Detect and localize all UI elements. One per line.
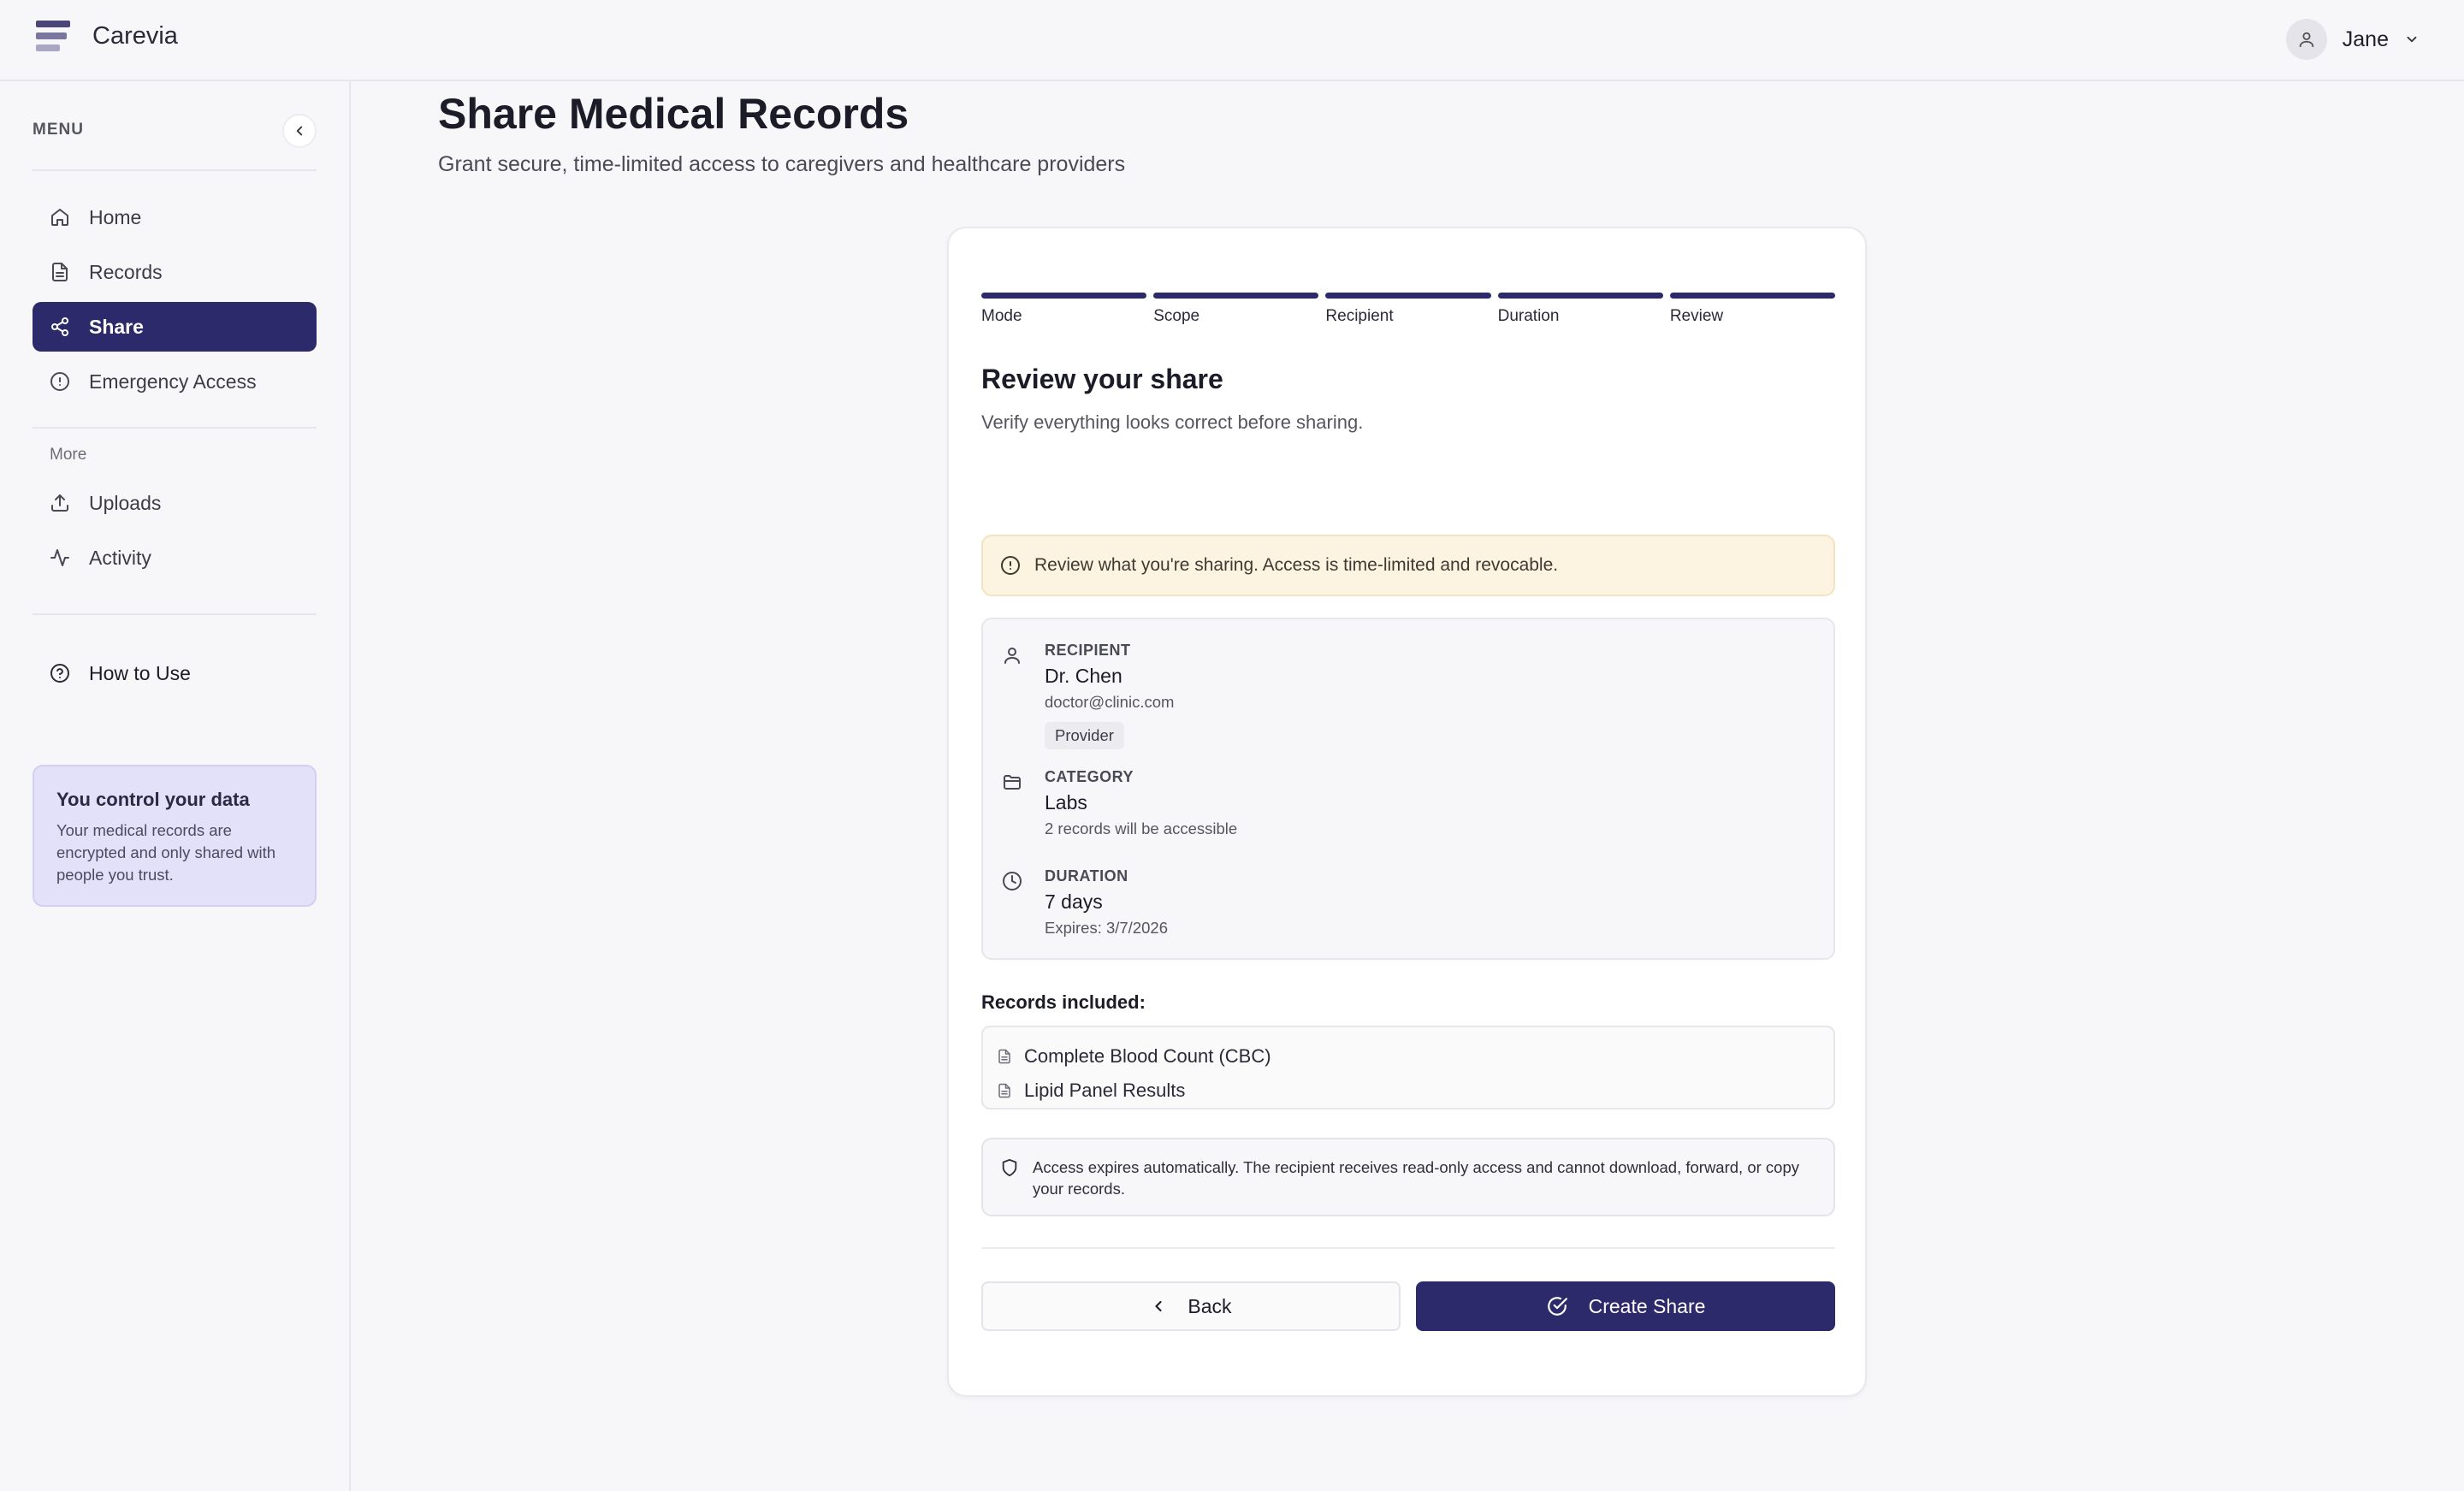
share-summary: RECIPIENT Dr. Chen doctor@clinic.com Pro… [981,618,1835,960]
top-bar: Carevia Jane [0,0,2464,81]
category-detail: 2 records will be accessible [1045,819,1238,837]
chevron-left-icon [296,126,303,136]
card-divider [981,1247,1835,1249]
sidebar-item-activity[interactable]: Activity [33,533,317,583]
recipient-role-badge: Provider [1045,722,1124,749]
share-icon [51,317,68,336]
activity-icon [50,549,69,566]
sidebar-item-label: Uploads [89,491,162,514]
records-list: Complete Blood Count (CBC) Lipid Panel R… [981,1026,1835,1109]
step-progress-bar [1325,293,1491,299]
user-icon [2299,32,2314,48]
more-section-label: More [50,446,87,464]
recipient-email: doctor@clinic.com [1045,693,1175,711]
chevron-left-icon [1155,1300,1162,1312]
user-menu[interactable]: Jane [2285,19,2420,60]
menu-label: MENU [33,121,84,139]
sidebar-item-how-to-use[interactable]: How to Use [33,648,317,698]
recipient-label: RECIPIENT [1045,642,1131,659]
user-name: Jane [2342,27,2389,51]
back-button[interactable]: Back [981,1281,1401,1331]
info-card-title: You control your data [56,789,250,810]
list-item: Lipid Panel Results [983,1074,1833,1108]
privacy-info-card: You control your data Your medical recor… [33,765,317,907]
folder-icon [1004,775,1021,790]
chevron-down-icon [2407,36,2417,43]
share-wizard-card: Mode Scope Recipient Duration Review Rev… [947,227,1867,1397]
sidebar-item-label: Share [89,315,144,338]
notice-text: Access expires automatically. The recipi… [1033,1158,1799,1198]
sidebar-divider [33,427,317,429]
records-heading: Records included: [981,991,1146,1013]
check-circle-icon [1547,1297,1567,1316]
document-icon [52,263,68,281]
list-item: Complete Blood Count (CBC) [983,1039,1833,1074]
step-progress-bar [1153,293,1319,299]
logo-icon[interactable] [36,21,70,53]
warning-text: Review what you're sharing. Access is ti… [1034,555,1559,575]
duration-label: DURATION [1045,867,1128,885]
collapse-sidebar-button[interactable] [282,114,317,148]
home-icon [51,209,68,226]
step-label: Review [1669,307,1724,325]
access-notice: Access expires automatically. The recipi… [981,1138,1835,1216]
sidebar: MENU Home Records Share Emergency Access… [0,81,351,1491]
create-share-button[interactable]: Create Share [1416,1281,1835,1331]
record-name: Complete Blood Count (CBC) [1024,1045,1271,1067]
back-button-label: Back [1188,1294,1232,1317]
recipient-name: Dr. Chen [1045,665,1122,687]
document-icon [998,1083,1010,1098]
avatar [2285,19,2327,60]
sidebar-item-share[interactable]: Share [33,302,317,352]
step-progress-bar [1669,293,1836,299]
info-card-text: Your medical records are encrypted and o… [56,821,276,884]
step-progress-bar [981,293,1147,299]
step-label: Mode [981,307,1022,325]
alert-circle-icon [1001,556,1020,575]
sidebar-item-label: Activity [89,546,151,569]
review-subtitle: Verify everything looks correct before s… [981,411,1364,433]
app-brand[interactable]: Carevia [92,22,178,50]
sidebar-item-records[interactable]: Records [33,247,317,297]
sidebar-item-label: Home [89,205,142,228]
wizard-stepper: Mode Scope Recipient Duration Review [981,293,1836,326]
record-name: Lipid Panel Results [1024,1080,1186,1101]
category-value: Labs [1045,791,1087,814]
upload-icon [51,494,68,512]
user-icon [1004,648,1020,664]
shield-icon [1002,1158,1017,1177]
page-title: Share Medical Records [438,90,909,138]
document-icon [998,1049,1010,1064]
duration-expires: Expires: 3/7/2026 [1045,919,1168,937]
sidebar-divider [33,613,317,615]
sidebar-divider [33,169,317,171]
help-circle-icon [50,664,69,683]
step-label: Scope [1153,307,1200,325]
review-title: Review your share [981,364,1223,394]
clock-icon [1003,872,1022,890]
sidebar-item-home[interactable]: Home [33,192,317,242]
step-label: Recipient [1325,307,1394,325]
step-label: Duration [1497,307,1560,325]
step-mode: Mode [981,293,1147,326]
create-share-button-label: Create Share [1588,1294,1706,1317]
sidebar-item-emergency-access[interactable]: Emergency Access [33,357,317,406]
category-label: CATEGORY [1045,768,1134,785]
step-review: Review [1669,293,1836,326]
duration-value: 7 days [1045,890,1103,913]
sidebar-item-label: Records [89,260,163,283]
sidebar-item-uploads[interactable]: Uploads [33,478,317,528]
step-recipient: Recipient [1325,293,1491,326]
step-scope: Scope [1153,293,1319,326]
sidebar-item-label: How to Use [89,661,191,684]
step-duration: Duration [1497,293,1663,326]
alert-circle-icon [50,372,69,391]
page-subtitle: Grant secure, time-limited access to car… [438,152,1126,176]
sidebar-item-label: Emergency Access [89,370,257,393]
step-progress-bar [1497,293,1663,299]
review-warning-banner: Review what you're sharing. Access is ti… [981,535,1835,596]
